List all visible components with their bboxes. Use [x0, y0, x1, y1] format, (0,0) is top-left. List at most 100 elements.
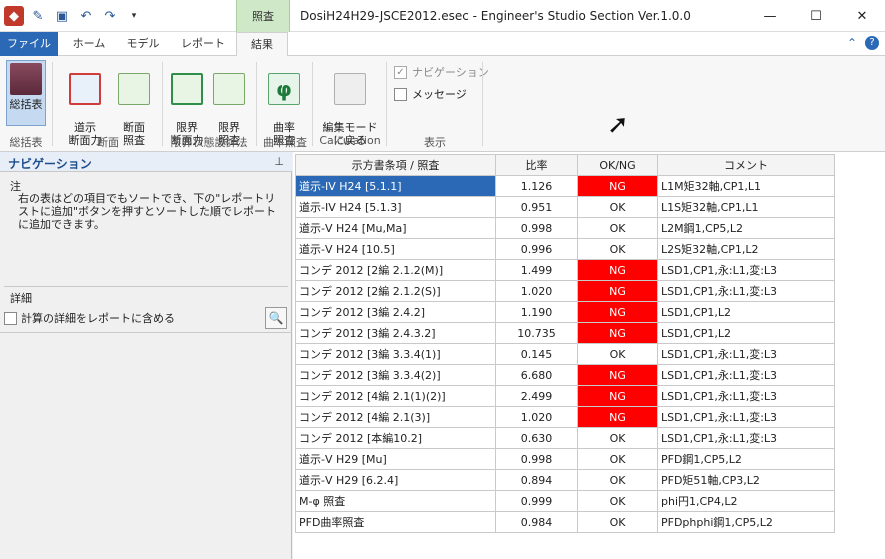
- cell-comment[interactable]: LSD1,CP1,永:L1,変:L3: [657, 259, 835, 281]
- road-force-button[interactable]: 道示 断面力: [62, 60, 108, 147]
- cell-ok-ng[interactable]: NG: [577, 301, 658, 323]
- table-row[interactable]: 道示-V H29 [Mu] 0.998 OK PFD鋼1,CP5,L2: [295, 448, 835, 470]
- cell-item[interactable]: 道示-IV H24 [5.1.1]: [295, 175, 496, 197]
- cell-comment[interactable]: LSD1,CP1,L2: [657, 322, 835, 344]
- cell-comment[interactable]: PFDphphi鋼1,CP5,L2: [657, 511, 835, 533]
- tab-report[interactable]: レポート: [172, 32, 234, 56]
- cell-ratio[interactable]: 0.951: [495, 196, 578, 218]
- cell-ok-ng[interactable]: NG: [577, 406, 658, 428]
- new-icon[interactable]: ✎: [28, 6, 48, 26]
- cell-ratio[interactable]: 0.998: [495, 448, 578, 470]
- cell-comment[interactable]: LSD1,CP1,L2: [657, 301, 835, 323]
- cell-item[interactable]: 道示-V H29 [Mu]: [295, 448, 496, 470]
- help-icon[interactable]: ?: [865, 36, 879, 50]
- cell-item[interactable]: コンデ 2012 [2編 2.1.2(S)]: [295, 280, 496, 302]
- cell-ratio[interactable]: 2.499: [495, 385, 578, 407]
- customize-icon[interactable]: ▾: [124, 6, 144, 26]
- cell-ok-ng[interactable]: OK: [577, 490, 658, 512]
- cell-item[interactable]: コンデ 2012 [4編 2.1(1)(2)]: [295, 385, 496, 407]
- cell-ok-ng[interactable]: OK: [577, 238, 658, 260]
- app-icon[interactable]: ◆: [4, 6, 24, 26]
- pin-icon[interactable]: ⊥: [274, 155, 284, 168]
- tab-home[interactable]: ホーム: [62, 32, 116, 56]
- cell-comment[interactable]: L2M鋼1,CP5,L2: [657, 217, 835, 239]
- cell-ratio[interactable]: 0.630: [495, 427, 578, 449]
- cell-item[interactable]: コンデ 2012 [4編 2.1(3)]: [295, 406, 496, 428]
- table-row[interactable]: 道示-IV H24 [5.1.3] 0.951 OK L1S矩32軸,CP1,L1: [295, 196, 835, 218]
- collapse-ribbon-icon[interactable]: ⌃: [847, 36, 857, 50]
- cell-comment[interactable]: LSD1,CP1,永:L1,変:L3: [657, 406, 835, 428]
- cell-ok-ng[interactable]: OK: [577, 427, 658, 449]
- cell-comment[interactable]: L2S矩32軸,CP1,L2: [657, 238, 835, 260]
- cell-ratio[interactable]: 0.996: [495, 238, 578, 260]
- cell-item[interactable]: コンデ 2012 [3編 3.3.4(1)]: [295, 343, 496, 365]
- close-button[interactable]: ✕: [839, 0, 885, 32]
- navigation-checkbox[interactable]: ✓ ナビゲーション: [394, 64, 489, 80]
- maximize-button[interactable]: ☐: [793, 0, 839, 32]
- minimize-button[interactable]: —: [747, 0, 793, 32]
- table-row[interactable]: 道示-V H24 [10.5] 0.996 OK L2S矩32軸,CP1,L2: [295, 238, 835, 260]
- cell-ok-ng[interactable]: NG: [577, 280, 658, 302]
- cell-ratio[interactable]: 1.020: [495, 406, 578, 428]
- limit-check-button[interactable]: 限界 照査: [210, 60, 248, 147]
- column-header-ok-ng[interactable]: OK/NG: [577, 154, 658, 176]
- cell-item[interactable]: 道示-V H29 [6.2.4]: [295, 469, 496, 491]
- cell-item[interactable]: コンデ 2012 [本編10.2]: [295, 427, 496, 449]
- summary-button[interactable]: 総括表: [6, 60, 46, 126]
- cell-ratio[interactable]: 1.190: [495, 301, 578, 323]
- redo-icon[interactable]: ↷: [100, 6, 120, 26]
- cell-comment[interactable]: LSD1,CP1,永:L1,変:L3: [657, 427, 835, 449]
- include-details-checkbox[interactable]: 計算の詳細をレポートに含める: [4, 310, 175, 326]
- cell-item[interactable]: M-φ 照査: [295, 490, 496, 512]
- cell-ok-ng[interactable]: OK: [577, 511, 658, 533]
- cell-comment[interactable]: LSD1,CP1,永:L1,変:L3: [657, 364, 835, 386]
- cell-comment[interactable]: L1M矩32軸,CP1,L1: [657, 175, 835, 197]
- curvature-check-button[interactable]: φ 曲率 照査: [264, 60, 304, 147]
- cell-item[interactable]: 道示-V H24 [Mu,Ma]: [295, 217, 496, 239]
- column-header-item[interactable]: 示方書条項 / 照査: [295, 154, 496, 176]
- table-row[interactable]: PFD曲率照査 0.984 OK PFDphphi鋼1,CP5,L2: [295, 511, 835, 533]
- cell-ok-ng[interactable]: NG: [577, 259, 658, 281]
- cell-ratio[interactable]: 1.126: [495, 175, 578, 197]
- cell-ok-ng[interactable]: NG: [577, 175, 658, 197]
- tab-results[interactable]: 結果: [236, 32, 288, 57]
- table-row[interactable]: 道示-V H29 [6.2.4] 0.894 OK PFD矩51軸,CP3,L2: [295, 469, 835, 491]
- message-checkbox[interactable]: メッセージ: [394, 86, 467, 102]
- preview-icon[interactable]: 🔍: [265, 307, 287, 329]
- cell-ratio[interactable]: 0.145: [495, 343, 578, 365]
- cell-ok-ng[interactable]: OK: [577, 343, 658, 365]
- column-header-comment[interactable]: コメント: [657, 154, 835, 176]
- cell-ok-ng[interactable]: NG: [577, 322, 658, 344]
- table-row[interactable]: 道示-V H24 [Mu,Ma] 0.998 OK L2M鋼1,CP5,L2: [295, 217, 835, 239]
- save-icon[interactable]: ▣: [52, 6, 72, 26]
- section-check-button[interactable]: 断面 照査: [114, 60, 154, 147]
- tab-model[interactable]: モデル: [116, 32, 170, 56]
- cell-ok-ng[interactable]: OK: [577, 217, 658, 239]
- cell-ratio[interactable]: 0.984: [495, 511, 578, 533]
- cell-ratio[interactable]: 6.680: [495, 364, 578, 386]
- cell-ratio[interactable]: 0.894: [495, 469, 578, 491]
- table-row[interactable]: 道示-IV H24 [5.1.1] 1.126 NG L1M矩32軸,CP1,L1: [295, 175, 835, 197]
- cell-ratio[interactable]: 0.999: [495, 490, 578, 512]
- tab-file[interactable]: ファイル: [0, 32, 58, 56]
- cell-item[interactable]: コンデ 2012 [2編 2.1.2(M)]: [295, 259, 496, 281]
- table-row[interactable]: コンデ 2012 [3編 2.4.2] 1.190 NG LSD1,CP1,L2: [295, 301, 835, 323]
- table-row[interactable]: コンデ 2012 [3編 3.3.4(2)] 6.680 NG LSD1,CP1,永:…: [295, 364, 835, 386]
- table-row[interactable]: コンデ 2012 [4編 2.1(1)(2)] 2.499 NG LSD1,CP1,永…: [295, 385, 835, 407]
- cell-ratio[interactable]: 1.499: [495, 259, 578, 281]
- undo-icon[interactable]: ↶: [76, 6, 96, 26]
- table-row[interactable]: コンデ 2012 [4編 2.1(3)] 1.020 NG LSD1,CP1,永:L1…: [295, 406, 835, 428]
- cell-comment[interactable]: L1S矩32軸,CP1,L1: [657, 196, 835, 218]
- cell-ratio[interactable]: 0.998: [495, 217, 578, 239]
- cell-item[interactable]: コンデ 2012 [3編 2.4.2]: [295, 301, 496, 323]
- cell-item[interactable]: PFD曲率照査: [295, 511, 496, 533]
- cell-item[interactable]: コンデ 2012 [3編 3.3.4(2)]: [295, 364, 496, 386]
- column-header-ratio[interactable]: 比率: [495, 154, 578, 176]
- cell-item[interactable]: コンデ 2012 [3編 2.4.3.2]: [295, 322, 496, 344]
- cell-ok-ng[interactable]: OK: [577, 448, 658, 470]
- limit-force-button[interactable]: 限界 断面力: [166, 60, 208, 147]
- cell-ok-ng[interactable]: OK: [577, 196, 658, 218]
- table-row[interactable]: コンデ 2012 [本編10.2] 0.630 OK LSD1,CP1,永:L1,変:…: [295, 427, 835, 449]
- back-to-edit-button[interactable]: 編集モード に戻る: [320, 60, 380, 147]
- table-row[interactable]: コンデ 2012 [3編 2.4.3.2] 10.735 NG LSD1,CP1,L2: [295, 322, 835, 344]
